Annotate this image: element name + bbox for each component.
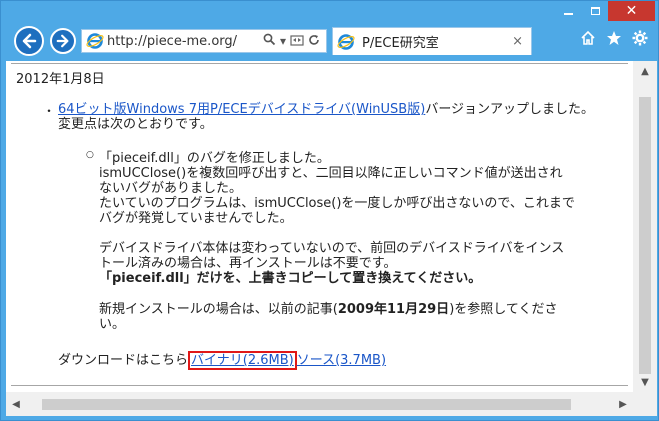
star-icon[interactable] — [605, 30, 623, 51]
gear-icon[interactable] — [631, 30, 649, 51]
sub-line9: 新規インストールの場合は、以前の記事(2009年11月29日)を参照してくださ — [99, 302, 558, 318]
forward-button[interactable] — [50, 28, 76, 54]
tab-title: P/ECE研究室 — [362, 36, 439, 51]
back-button[interactable] — [14, 26, 44, 56]
browser-window: ✕ http://piece-me.org/ ▾ P/ECE研究室 × 2012… — [0, 0, 659, 421]
list-item-1: 64ビット版Windows 7用P/ECEデバイスドライバ(WinUSB版)バー… — [58, 102, 595, 118]
list-bullet: ・ — [43, 104, 56, 118]
close-icon: ✕ — [625, 3, 638, 19]
address-bar[interactable]: http://piece-me.org/ ▾ — [81, 29, 327, 53]
scrollbar-corner — [633, 392, 657, 416]
sub-line10: い。 — [99, 317, 126, 332]
command-icons — [579, 30, 649, 51]
top-divider — [11, 63, 628, 64]
minimize-icon — [563, 13, 573, 15]
sub-line3: ないバグがありました。 — [99, 181, 243, 196]
item1-rest: バージョンアップしました。 — [425, 102, 595, 117]
home-icon[interactable] — [579, 30, 597, 51]
scroll-up-icon[interactable]: ▲ — [633, 61, 657, 81]
maximize-button[interactable] — [582, 1, 608, 21]
scroll-right-icon[interactable]: ▶ — [613, 392, 633, 416]
compatibility-view-icon[interactable] — [290, 34, 304, 49]
download-label: ダウンロードはこちら — [58, 353, 189, 368]
driver-link[interactable]: 64ビット版Windows 7用P/ECEデバイスドライバ(WinUSB版) — [58, 102, 425, 117]
binary-highlight: バイナリ(2.6MB) — [188, 351, 297, 370]
sub-line9-post: )を参照してくださ — [449, 302, 558, 317]
maximize-icon — [590, 7, 600, 15]
horizontal-scrollbar[interactable]: ◀ ▶ — [6, 392, 633, 416]
article-date: 2009年11月29日 — [337, 302, 450, 317]
tab-ie-icon — [337, 33, 355, 50]
back-arrow-icon — [22, 33, 37, 49]
sub-line6: デバイスドライバ本体は変わっていないので、前回のデバイスドライバをインス — [99, 241, 565, 256]
tab-piece[interactable]: P/ECE研究室 × — [332, 27, 532, 55]
bottom-divider — [11, 385, 628, 386]
item1-line2: 変更点は次のとおりです。 — [58, 117, 213, 132]
scroll-down-icon[interactable]: ▼ — [633, 372, 657, 392]
page-content: 2012年1月8日 ・ 64ビット版Windows 7用P/ECEデバイスドライ… — [6, 61, 633, 392]
navigation-bar: http://piece-me.org/ ▾ P/ECE研究室 × — [2, 21, 657, 61]
post-date: 2012年1月8日 — [16, 72, 105, 87]
search-icon[interactable] — [263, 33, 276, 49]
sub-bullet: ○ — [86, 150, 94, 160]
sub-line7: トール済みの場合は、再インストールは不要です。 — [99, 256, 397, 271]
minimize-button[interactable] — [554, 1, 582, 21]
address-tools: ▾ — [263, 33, 326, 49]
vertical-scroll-thumb[interactable] — [639, 97, 651, 374]
url-text[interactable]: http://piece-me.org/ — [107, 34, 263, 49]
close-window-button[interactable]: ✕ — [608, 1, 655, 21]
sub-line1: 「pieceif.dll」のバグを修正しました。 — [99, 151, 330, 166]
sub-line9-pre: 新規インストールの場合は、以前の記事( — [99, 302, 338, 317]
forward-arrow-icon — [56, 34, 69, 48]
vertical-scrollbar[interactable]: ▲ ▼ — [633, 61, 657, 392]
refresh-icon[interactable] — [308, 34, 320, 49]
sub-line5: バグが発覚していませんでした。 — [99, 211, 293, 226]
horizontal-scroll-thumb[interactable] — [42, 399, 571, 410]
binary-download-link[interactable]: バイナリ(2.6MB) — [191, 353, 294, 368]
scroll-left-icon[interactable]: ◀ — [6, 392, 26, 416]
sub-line4: たいていのプログラムは、ismUCClose()を一度しか呼び出さないので、これ… — [99, 196, 575, 211]
source-download-link[interactable]: ソース(3.7MB) — [297, 353, 386, 368]
sub-line2: ismUCClose()を複数回呼び出すと、二回目以降に正しいコマンド値が送出さ… — [99, 166, 563, 181]
sub-line8: 「pieceif.dll」だけを、上書きコピーして置き換えてください。 — [99, 271, 482, 286]
download-line: ダウンロードはこちら バイナリ(2.6MB) ソース(3.7MB) — [58, 351, 386, 370]
ie-logo-icon — [86, 33, 104, 49]
dropdown-icon[interactable]: ▾ — [280, 34, 286, 48]
tab-close-icon[interactable]: × — [512, 34, 523, 49]
